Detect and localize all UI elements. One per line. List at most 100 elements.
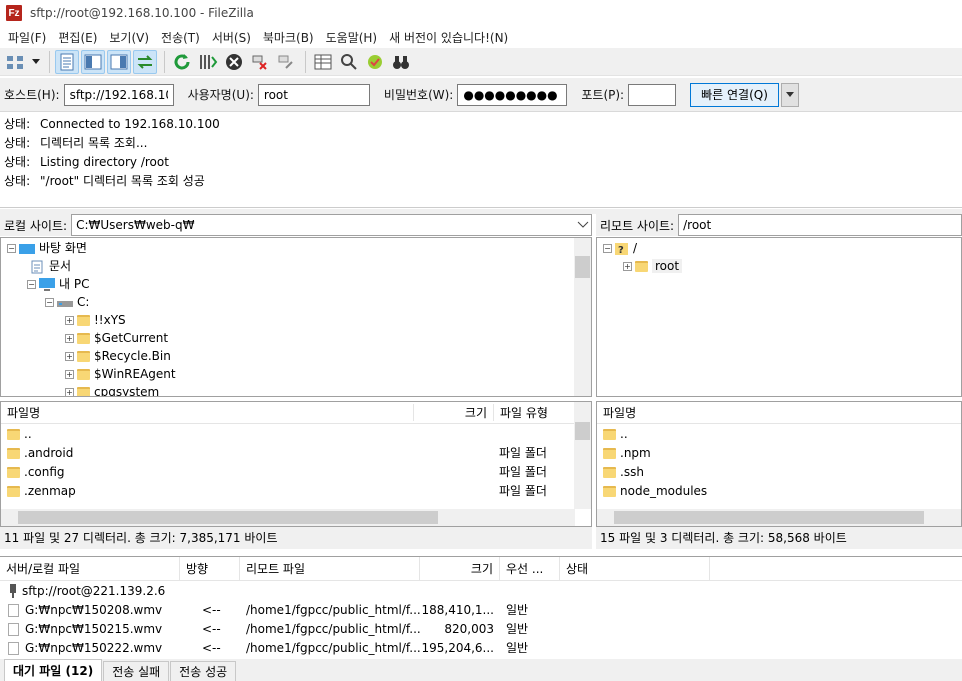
password-input[interactable] xyxy=(457,83,568,106)
local-list-hscrollbar[interactable] xyxy=(1,509,575,526)
tree-item-documents[interactable]: 문서 xyxy=(7,257,591,275)
synchronized-browsing-button[interactable] xyxy=(363,50,387,74)
disconnect-button[interactable] xyxy=(248,50,272,74)
toggle-remote-tree-button[interactable] xyxy=(107,49,131,74)
tab-failed-transfers[interactable]: 전송 실패 xyxy=(103,661,170,681)
local-file-list[interactable]: 파일명 크기 파일 유형 .. .android 파일 폴더 .config 파일 … xyxy=(0,401,592,527)
local-list-scrollbar[interactable] xyxy=(574,402,591,509)
expand-icon[interactable]: + xyxy=(65,370,74,379)
column-size[interactable]: 크기 xyxy=(413,404,493,421)
site-manager-dropdown[interactable] xyxy=(30,50,42,74)
compare-directories-button[interactable] xyxy=(337,50,361,74)
list-item[interactable]: .. xyxy=(597,424,961,443)
username-input[interactable] xyxy=(257,83,370,106)
tree-item-my-pc[interactable]: − 내 PC xyxy=(7,275,591,293)
column-filename[interactable]: 파일명 xyxy=(1,404,413,421)
column-type[interactable]: 파일 유형 xyxy=(493,404,573,421)
remote-tree-icon xyxy=(110,54,128,69)
host-label: 호스트(H): xyxy=(4,88,60,102)
list-item[interactable]: .config 파일 폴더 xyxy=(1,462,591,481)
site-manager-button[interactable] xyxy=(4,50,28,74)
expand-icon[interactable]: + xyxy=(65,352,74,361)
tree-item-folder[interactable]: + $GetCurrent xyxy=(7,329,591,347)
reconnect-icon xyxy=(278,55,293,69)
tab-successful-transfers[interactable]: 전송 성공 xyxy=(170,661,237,681)
list-item[interactable]: .npm xyxy=(597,443,961,462)
column-server-local-file[interactable]: 서버/로컬 파일 xyxy=(0,556,180,581)
folder-icon xyxy=(603,428,616,440)
expand-icon[interactable]: + xyxy=(65,388,74,396)
scroll-thumb[interactable] xyxy=(575,256,590,278)
folder-icon xyxy=(7,485,20,497)
scroll-thumb[interactable] xyxy=(614,511,924,524)
collapse-icon[interactable]: − xyxy=(45,298,54,307)
expand-icon[interactable]: + xyxy=(623,262,632,271)
column-remote-file[interactable]: 리모트 파일 xyxy=(240,556,420,581)
tree-item-drive-c[interactable]: − C: xyxy=(7,293,591,311)
column-direction[interactable]: 방향 xyxy=(180,556,240,581)
collapse-icon[interactable]: − xyxy=(7,244,16,253)
remote-path-combo[interactable]: /root xyxy=(678,214,962,236)
process-queue-button[interactable] xyxy=(196,50,220,74)
list-item[interactable]: .. xyxy=(1,424,591,443)
tree-item-folder[interactable]: + $WinREAgent xyxy=(7,365,591,383)
scroll-thumb[interactable] xyxy=(18,511,438,524)
scroll-thumb[interactable] xyxy=(575,422,590,440)
tree-item-folder[interactable]: + $Recycle.Bin xyxy=(7,347,591,365)
remote-file-list[interactable]: 파일명 .. .npm .ssh node_modules xyxy=(596,401,962,527)
column-size[interactable]: 크기 xyxy=(420,556,500,581)
queue-row[interactable]: G:₩npc₩150215.wmv <-- /home1/fgpcc/publi… xyxy=(0,619,962,638)
menu-bookmarks[interactable]: 북마크(B) xyxy=(257,29,320,46)
list-item[interactable]: .zenmap 파일 폴더 xyxy=(1,481,591,500)
toggle-queue-button[interactable] xyxy=(133,49,157,74)
message-log[interactable]: 상태: Connected to 192.168.10.100 상태: 디렉터리 목… xyxy=(0,113,962,208)
collapse-icon[interactable]: − xyxy=(27,280,36,289)
tree-item-folder[interactable]: + cpgsystem xyxy=(7,383,591,396)
column-priority[interactable]: 우선 ... xyxy=(500,556,560,581)
queue-row[interactable]: G:₩npc₩150208.wmv <-- /home1/fgpcc/publi… xyxy=(0,600,962,619)
tab-queued-files[interactable]: 대기 파일 (12) xyxy=(4,659,103,681)
quickconnect-button[interactable]: 빠른 연결(Q) xyxy=(690,82,779,107)
menu-view[interactable]: 보기(V) xyxy=(103,29,155,46)
menu-help[interactable]: 도움말(H) xyxy=(320,29,384,46)
collapse-icon[interactable]: − xyxy=(603,244,612,253)
tree-item-desktop[interactable]: − 바탕 화면 xyxy=(7,239,591,257)
queue-header: 서버/로컬 파일 방향 리모트 파일 크기 우선 ... 상태 xyxy=(0,556,962,581)
local-directory-tree[interactable]: − 바탕 화면 문서 − 내 PC − C: + !!xYS + $GetCurrent … xyxy=(0,237,592,397)
toggle-log-button[interactable] xyxy=(55,49,79,74)
queue-row[interactable]: G:₩npc₩150222.wmv <-- /home1/fgpcc/publi… xyxy=(0,638,962,657)
host-input[interactable] xyxy=(63,83,174,106)
refresh-button[interactable] xyxy=(170,50,194,74)
filezilla-logo-icon: Fz xyxy=(6,5,22,21)
toggle-local-tree-button[interactable] xyxy=(81,49,105,74)
port-input[interactable] xyxy=(628,83,677,106)
tree-item-folder[interactable]: + !!xYS xyxy=(7,311,591,329)
tree-item-root-dir[interactable]: −? / xyxy=(603,239,961,257)
reconnect-button[interactable] xyxy=(274,50,298,74)
queue-server-row[interactable]: sftp://root@221.139.2.6 xyxy=(0,581,962,600)
expand-icon[interactable]: + xyxy=(65,316,74,325)
transfer-queue[interactable]: 서버/로컬 파일 방향 리모트 파일 크기 우선 ... 상태 sftp://r… xyxy=(0,556,962,659)
remote-list-hscrollbar[interactable] xyxy=(597,509,961,526)
expand-icon[interactable]: + xyxy=(65,334,74,343)
remote-directory-tree[interactable]: −? / + root xyxy=(596,237,962,397)
list-item[interactable]: .android 파일 폴더 xyxy=(1,443,591,462)
menu-new-version[interactable]: 새 버전이 있습니다!(N) xyxy=(383,29,514,46)
menu-transfer[interactable]: 전송(T) xyxy=(155,29,206,46)
quickconnect-history-dropdown[interactable] xyxy=(780,82,799,107)
local-tree-scrollbar[interactable] xyxy=(574,238,591,396)
column-status[interactable]: 상태 xyxy=(560,556,710,581)
local-path-combo[interactable]: C:₩Users₩web-q₩ xyxy=(71,214,592,236)
tree-item-root-folder[interactable]: + root xyxy=(603,257,961,275)
list-item[interactable]: node_modules xyxy=(597,481,961,500)
menu-server[interactable]: 서버(S) xyxy=(206,29,257,46)
list-item[interactable]: .ssh xyxy=(597,462,961,481)
local-status: 11 파일 및 27 디렉터리. 총 크기: 7,385,171 바이트 xyxy=(0,527,592,549)
column-filename[interactable]: 파일명 xyxy=(597,404,957,421)
menu-edit[interactable]: 편집(E) xyxy=(52,29,103,46)
directory-listing-filters-button[interactable] xyxy=(311,50,335,74)
search-remote-files-button[interactable] xyxy=(389,50,413,74)
menu-file[interactable]: 파일(F) xyxy=(2,29,52,46)
cancel-operation-button[interactable] xyxy=(222,50,246,74)
folder-icon xyxy=(603,485,616,497)
